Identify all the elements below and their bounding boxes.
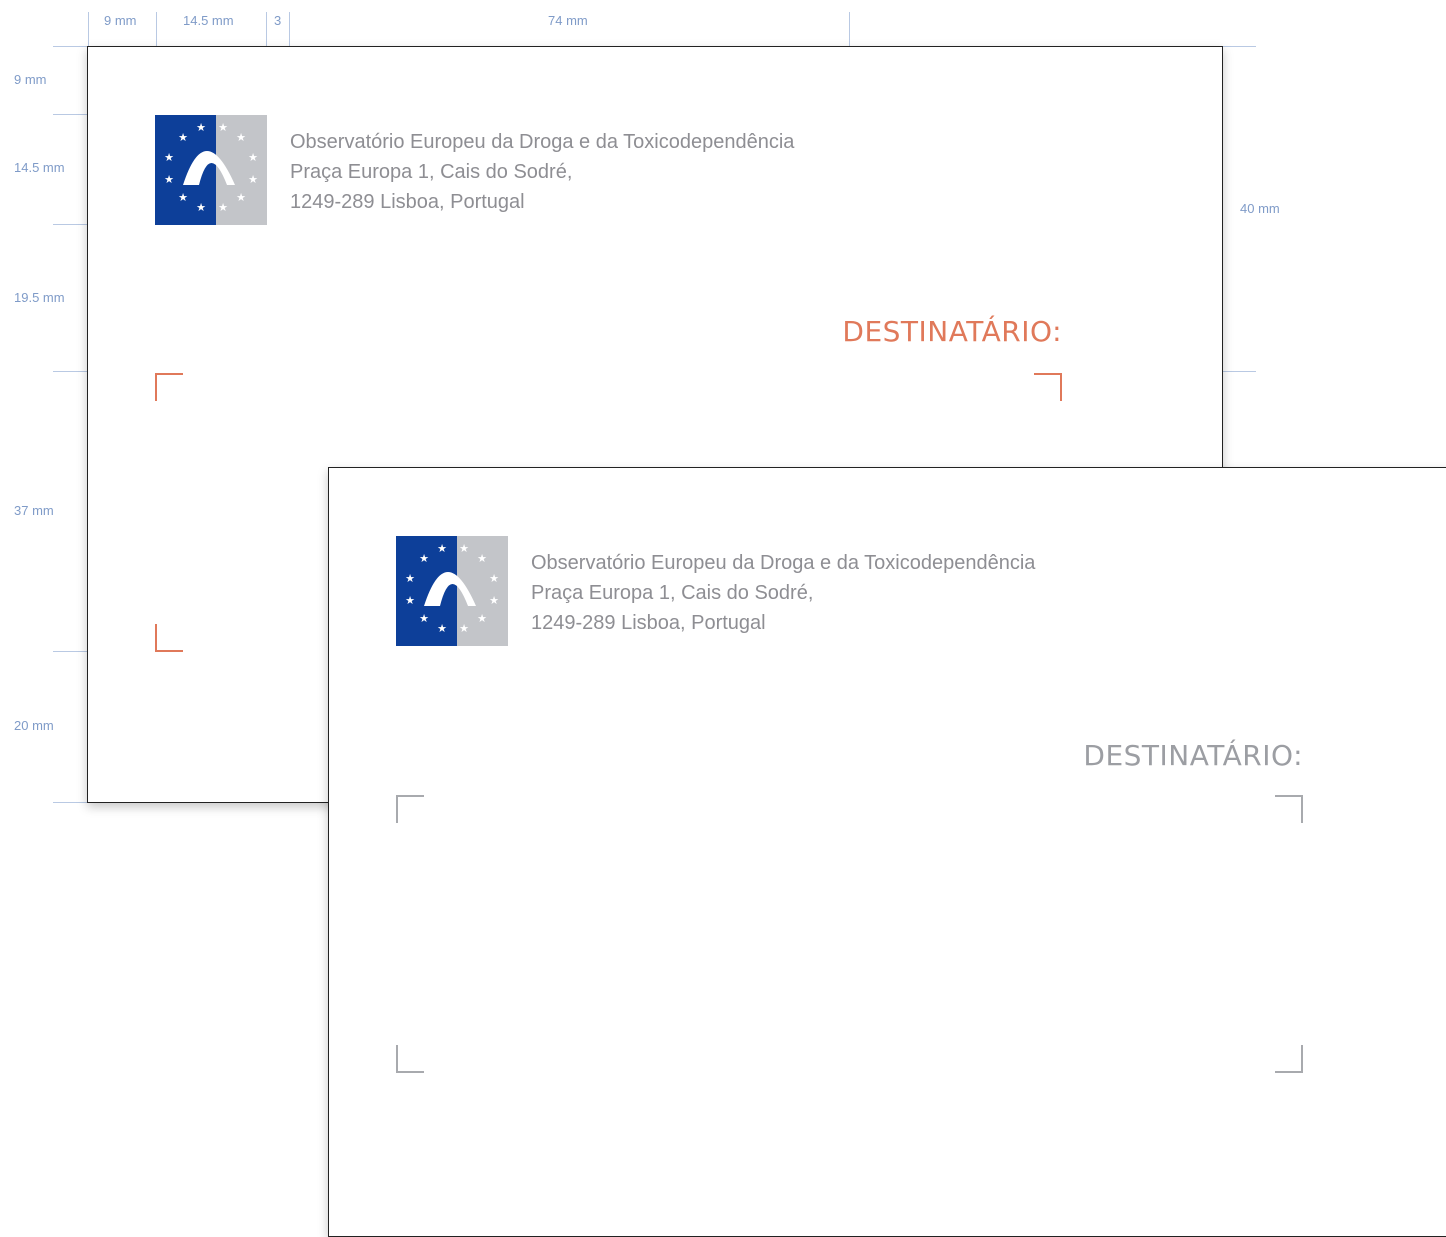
sender-line: Praça Europa 1, Cais do Sodré, (290, 161, 573, 183)
sender-line: Praça Europa 1, Cais do Sodré, (531, 582, 814, 604)
dim-left-19-5mm: 19.5 mm (14, 290, 65, 305)
guide-vline (849, 12, 850, 46)
sender-line: Observatório Europeu da Droga e da Toxic… (290, 131, 795, 153)
svg-text:★: ★ (489, 572, 499, 585)
guide-hline (53, 371, 88, 372)
guide-vline (289, 12, 290, 46)
dim-top-14-5mm: 14.5 mm (183, 13, 234, 28)
dim-left-20mm: 20 mm (14, 718, 54, 733)
address-window-corner (396, 795, 424, 823)
dim-right-40mm: 40 mm (1240, 201, 1280, 216)
address-window-corner (155, 373, 183, 401)
guide-hline (53, 114, 88, 115)
svg-text:★: ★ (437, 542, 447, 555)
svg-text:★: ★ (196, 201, 206, 214)
dim-top-74mm: 74 mm (548, 13, 588, 28)
svg-text:★: ★ (419, 612, 429, 625)
svg-text:★: ★ (437, 622, 447, 635)
dim-left-9mm: 9 mm (14, 72, 47, 87)
address-window-corner (1275, 795, 1303, 823)
svg-text:★: ★ (248, 151, 258, 164)
address-window-corner (396, 1045, 424, 1073)
sender-line: Observatório Europeu da Droga e da Toxic… (531, 552, 1036, 574)
guide-vline (266, 12, 267, 46)
envelope-grey-version: ★ ★ ★ ★ ★ ★ ★ ★ ★ ★ ★ ★ Observatório Europeu d… (328, 467, 1446, 1237)
guide-hline (53, 651, 88, 652)
sender-line: 1249-289 Lisboa, Portugal (290, 191, 525, 213)
svg-text:★: ★ (419, 552, 429, 565)
dim-top-3: 3 (274, 13, 282, 28)
guide-vline (156, 12, 157, 46)
emcdda-logo-icon: ★★ ★★ ★★ ★★ ★★ ★★ (155, 115, 267, 225)
sender-line: 1249-289 Lisboa, Portugal (531, 612, 766, 634)
dim-top-9mm: 9 mm (104, 13, 137, 28)
svg-text:★: ★ (405, 594, 415, 607)
address-window-corner (155, 624, 183, 652)
guide-hline (1222, 371, 1256, 372)
svg-text:★: ★ (196, 121, 206, 134)
svg-text:★: ★ (477, 612, 487, 625)
svg-text:★: ★ (164, 151, 174, 164)
svg-text:★: ★ (236, 131, 246, 144)
recipient-label: DESTINATÁRIO: (842, 315, 1062, 348)
emcdda-logo-icon: ★★ ★★ ★★ ★★ ★★ ★★ (396, 536, 508, 646)
guide-hline (53, 802, 88, 803)
svg-text:★: ★ (405, 572, 415, 585)
svg-text:★: ★ (236, 191, 246, 204)
svg-text:★: ★ (178, 191, 188, 204)
svg-text:★: ★ (178, 131, 188, 144)
sender-address: Observatório Europeu da Droga e da Toxic… (290, 127, 794, 217)
svg-text:★: ★ (218, 201, 228, 214)
recipient-label: DESTINATÁRIO: (1083, 739, 1303, 772)
svg-text:★: ★ (459, 542, 469, 555)
address-window-corner (1275, 1045, 1303, 1073)
svg-text:★: ★ (459, 622, 469, 635)
svg-text:★: ★ (164, 173, 174, 186)
dim-left-37mm: 37 mm (14, 503, 54, 518)
dim-left-14-5mm: 14.5 mm (14, 160, 65, 175)
svg-text:★: ★ (218, 121, 228, 134)
svg-text:★: ★ (489, 594, 499, 607)
guide-hline (53, 224, 88, 225)
guide-vline (88, 12, 89, 46)
sender-address: Observatório Europeu da Droga e da Toxic… (531, 548, 1035, 638)
svg-text:★: ★ (477, 552, 487, 565)
svg-text:★: ★ (248, 173, 258, 186)
address-window-corner (1034, 373, 1062, 401)
